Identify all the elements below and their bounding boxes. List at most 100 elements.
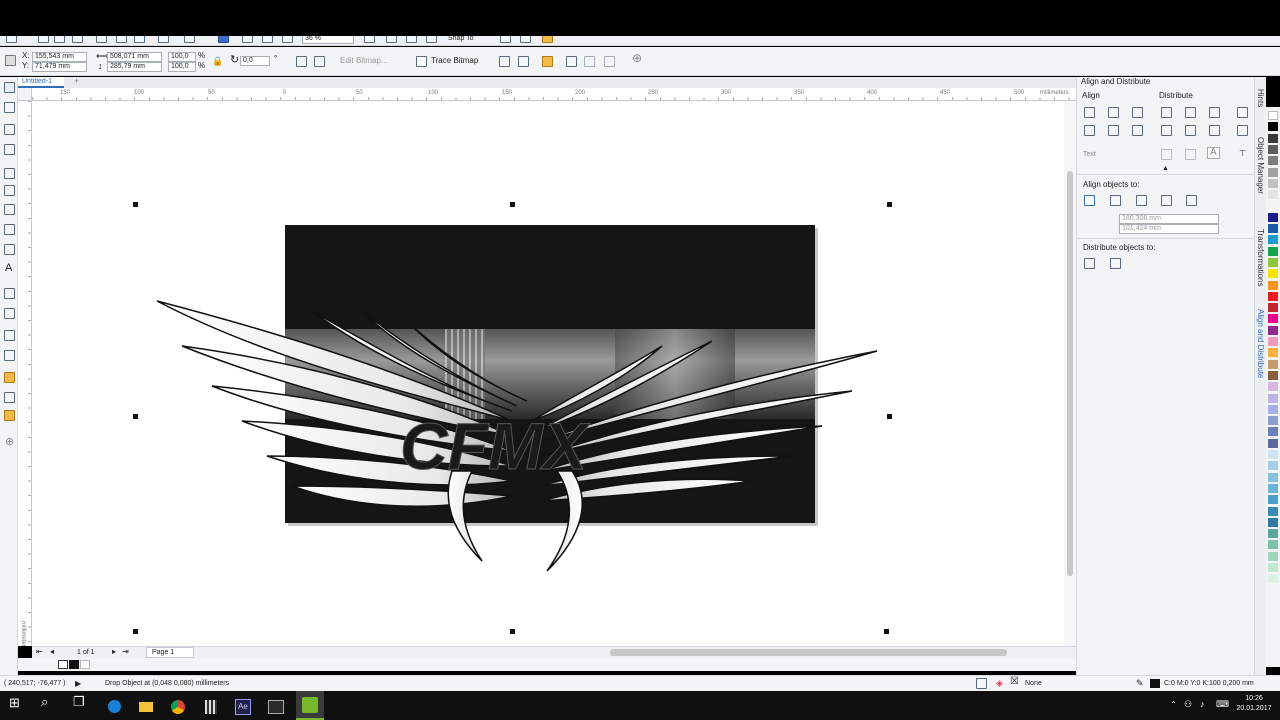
color-swatch[interactable] bbox=[1268, 370, 1278, 380]
color-swatch[interactable] bbox=[1268, 291, 1278, 301]
ruler-origin[interactable] bbox=[18, 88, 32, 100]
clock-date[interactable]: 20.01.2017 bbox=[1234, 704, 1274, 714]
white-swatch[interactable] bbox=[80, 660, 90, 669]
show-guidelines-icon[interactable] bbox=[426, 36, 437, 43]
text-last-line-baseline-icon[interactable] bbox=[1185, 149, 1196, 160]
mirror-vertical-icon[interactable] bbox=[314, 56, 325, 67]
color-swatch[interactable] bbox=[1268, 506, 1278, 516]
specified-point-icon[interactable] bbox=[1186, 195, 1197, 206]
polygon-tool-icon[interactable] bbox=[4, 244, 15, 255]
distribute-middle-icon[interactable] bbox=[1185, 125, 1196, 136]
color-swatch[interactable] bbox=[1268, 280, 1278, 290]
color-swatch[interactable] bbox=[1268, 540, 1278, 550]
status-play-icon[interactable]: ▶ bbox=[75, 679, 81, 689]
y-position-field[interactable]: 71,479 mm bbox=[32, 62, 87, 72]
distribute-bottom-icon[interactable] bbox=[1209, 125, 1220, 136]
color-swatch[interactable] bbox=[1268, 257, 1278, 267]
color-swatch[interactable] bbox=[1268, 517, 1278, 527]
selection-handle-top-left[interactable] bbox=[133, 202, 138, 207]
rectangle-tool-icon[interactable] bbox=[4, 204, 15, 215]
color-swatch[interactable] bbox=[1268, 483, 1278, 493]
page-tab[interactable]: Page 1 bbox=[146, 647, 194, 658]
docker-pin-icon[interactable]: ⊤ bbox=[1239, 149, 1246, 159]
selection-handle-top[interactable] bbox=[510, 202, 515, 207]
color-swatch[interactable] bbox=[1268, 359, 1278, 369]
transparency-icon[interactable] bbox=[604, 56, 615, 67]
print-icon[interactable] bbox=[72, 36, 83, 43]
edge-browser-icon[interactable] bbox=[103, 696, 125, 718]
video-editor-icon[interactable] bbox=[265, 696, 287, 718]
color-swatch[interactable] bbox=[1268, 495, 1278, 505]
copy-icon[interactable] bbox=[116, 36, 127, 43]
color-swatch[interactable] bbox=[1268, 122, 1278, 132]
rotation-field[interactable]: 0,0 bbox=[240, 56, 270, 66]
color-swatch[interactable] bbox=[1268, 246, 1278, 256]
distribute-center-icon[interactable] bbox=[1185, 107, 1196, 118]
color-swatch[interactable] bbox=[1268, 224, 1278, 233]
align-bottom-icon[interactable] bbox=[1132, 125, 1143, 136]
width-field[interactable]: 508,071 mm bbox=[107, 52, 162, 62]
show-rulers-icon[interactable] bbox=[386, 36, 397, 43]
align-right-icon[interactable] bbox=[1132, 107, 1143, 118]
color-swatch[interactable] bbox=[1268, 303, 1278, 313]
collapse-icon[interactable]: ▲ bbox=[1162, 164, 1169, 174]
side-tab-hints[interactable]: Hints bbox=[1256, 89, 1265, 107]
full-screen-preview-icon[interactable] bbox=[364, 36, 375, 43]
align-point-x-field[interactable]: 180,308 mm bbox=[1119, 214, 1219, 224]
add-icon[interactable]: ⊕ bbox=[632, 52, 642, 64]
height-field[interactable]: 285,79 mm bbox=[107, 62, 162, 72]
windows-start-icon[interactable]: ⊞ bbox=[9, 696, 20, 709]
crop-bitmap-icon[interactable] bbox=[499, 56, 510, 67]
color-swatch[interactable] bbox=[1268, 325, 1278, 335]
distribute-to-selection-icon[interactable] bbox=[1084, 258, 1095, 269]
color-swatch[interactable] bbox=[1268, 190, 1278, 200]
color-swatch[interactable] bbox=[1268, 167, 1278, 177]
grid-icon[interactable] bbox=[1161, 195, 1172, 206]
after-effects-icon[interactable]: Ae bbox=[232, 696, 254, 718]
next-page-icon[interactable]: ▸ bbox=[112, 647, 116, 657]
new-document-icon[interactable] bbox=[6, 36, 17, 43]
add-document-tab[interactable]: + bbox=[74, 77, 79, 86]
selection-handle-right[interactable] bbox=[887, 414, 892, 419]
color-swatch[interactable] bbox=[1268, 461, 1278, 471]
no-color-swatch[interactable] bbox=[58, 660, 68, 669]
ellipse-tool-icon[interactable] bbox=[4, 224, 15, 235]
options-icon[interactable] bbox=[500, 36, 511, 43]
scale-x-field[interactable]: 100,0 bbox=[168, 52, 196, 62]
selection-handle-left[interactable] bbox=[133, 414, 138, 419]
import-icon[interactable] bbox=[218, 36, 229, 43]
quick-customize-icon[interactable]: ⊕ bbox=[5, 437, 14, 448]
color-swatch[interactable] bbox=[1268, 393, 1278, 403]
color-swatch[interactable] bbox=[1268, 450, 1278, 459]
document-tab[interactable]: Untitled-1 bbox=[18, 77, 64, 88]
launch-icon[interactable] bbox=[520, 36, 531, 43]
text-bounding-box-icon[interactable]: A bbox=[1207, 147, 1220, 159]
open-icon[interactable] bbox=[38, 36, 49, 43]
language-icon[interactable]: ⌨ bbox=[1216, 699, 1229, 709]
parallel-dimension-icon[interactable] bbox=[4, 288, 15, 299]
color-swatch[interactable] bbox=[1268, 144, 1278, 154]
clock-time[interactable]: 10:26 bbox=[1234, 694, 1274, 704]
selection-handle-bottom-right[interactable] bbox=[884, 629, 889, 634]
distribute-right-icon[interactable] bbox=[1209, 107, 1220, 118]
drawing-canvas[interactable]: CFMX × bbox=[32, 101, 1064, 646]
color-swatch[interactable] bbox=[1268, 212, 1278, 222]
color-swatch[interactable] bbox=[1268, 551, 1278, 561]
welcome-screen-icon[interactable] bbox=[542, 36, 553, 43]
drop-shadow-icon[interactable] bbox=[4, 330, 15, 341]
color-swatch[interactable] bbox=[1268, 427, 1278, 437]
snap-to-dropdown[interactable]: Snap To bbox=[448, 36, 474, 44]
color-swatch[interactable] bbox=[1268, 404, 1278, 414]
document-color-settings-icon[interactable] bbox=[976, 678, 987, 689]
undo-icon[interactable] bbox=[158, 36, 169, 43]
zoom-tool-icon[interactable] bbox=[4, 144, 15, 155]
smart-fill-icon[interactable] bbox=[4, 410, 15, 421]
interactive-fill-icon[interactable] bbox=[4, 392, 15, 403]
resample-icon[interactable] bbox=[518, 56, 529, 67]
align-center-vertical-icon[interactable] bbox=[1108, 125, 1119, 136]
selection-handle-bottom[interactable] bbox=[510, 629, 515, 634]
export-icon[interactable] bbox=[242, 36, 253, 43]
selection-handle-top-right[interactable] bbox=[887, 202, 892, 207]
edit-bitmap-button[interactable]: Edit Bitmap... bbox=[340, 56, 388, 66]
paste-icon[interactable] bbox=[134, 36, 145, 43]
